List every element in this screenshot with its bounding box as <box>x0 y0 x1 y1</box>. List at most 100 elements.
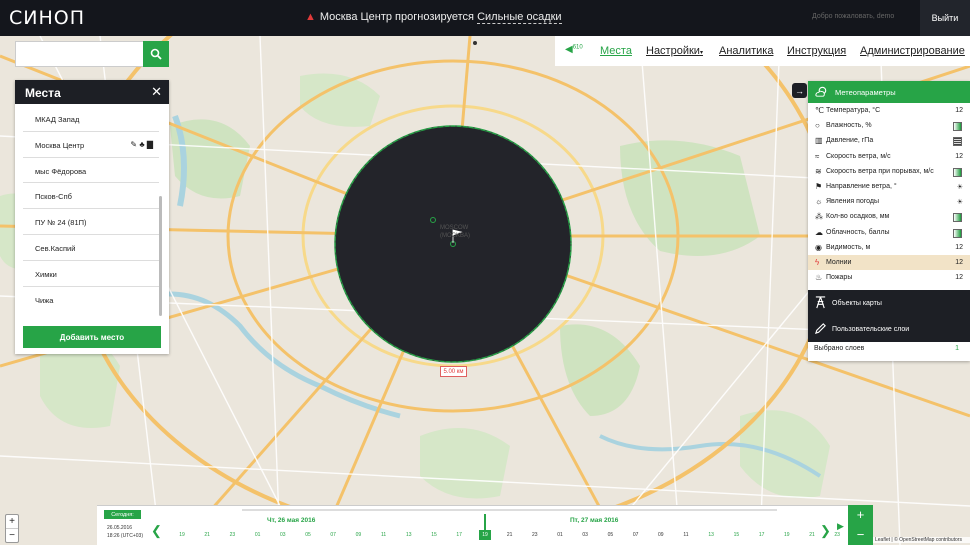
user-layers-button[interactable]: Пользовательские слои <box>808 316 970 342</box>
timeline-cursor[interactable] <box>484 514 486 531</box>
list-item[interactable]: Псков-Спб <box>23 183 159 210</box>
nav-places[interactable]: Места <box>600 45 632 57</box>
layer-label: Видимость, м <box>826 243 871 251</box>
hour-tick[interactable]: 07 <box>327 532 339 538</box>
places-panel: Места ✕ МКАД Запад Москва Центр ✎ ♣ ▇ мы… <box>15 80 169 354</box>
layer-row[interactable]: ≋ Скорость ветра при порывах, м/с <box>808 164 970 179</box>
hour-tick[interactable]: 23 <box>529 532 541 538</box>
nav-analytics[interactable]: Аналитика <box>719 45 773 57</box>
place-name: Сев.Каспий <box>35 243 76 253</box>
hour-tick[interactable]: 23 <box>831 532 843 538</box>
add-place-button[interactable]: Добавить место <box>23 326 161 348</box>
layer-value: 12 <box>955 107 963 114</box>
layer-label: Скорость ветра при порывах, м/с <box>826 167 934 175</box>
layer-row-selected[interactable]: ϟ Молнии 12 <box>808 254 970 271</box>
layer-row[interactable]: ☼ Явления погоды ☀ <box>808 194 970 209</box>
timeline-zoom-in[interactable]: + <box>848 505 873 525</box>
hour-tick[interactable]: 13 <box>403 532 415 538</box>
layer-row[interactable]: ⚑ Направление ветра, ° ☀ <box>808 179 970 194</box>
hour-tick[interactable]: 05 <box>604 532 616 538</box>
today-badge[interactable]: Сегодня: <box>104 510 141 519</box>
map-attribution[interactable]: Leaflet | © OpenStreetMap contributors <box>873 537 970 543</box>
gauge-icon: ▥ <box>815 136 823 146</box>
notifications-badge[interactable]: ◀610 <box>565 44 583 55</box>
list-item[interactable]: Химки <box>23 261 159 287</box>
layer-row[interactable]: ○ Влажность, % <box>808 118 970 133</box>
place-name: Псков-Спб <box>35 192 72 202</box>
hour-tick[interactable]: 09 <box>655 532 667 538</box>
selected-layers: Выбрано слоев 1 <box>808 345 970 352</box>
timeline-zoom-out[interactable]: − <box>848 525 873 545</box>
hour-tick[interactable]: 19 <box>781 532 793 538</box>
hour-tick[interactable]: 17 <box>756 532 768 538</box>
search-input[interactable] <box>16 42 144 66</box>
layer-label: Пожары <box>826 274 853 282</box>
hour-tick[interactable]: 13 <box>705 532 717 538</box>
gradient-swatch <box>953 228 962 238</box>
layer-row[interactable]: ℃ Температура, °С 12 <box>808 103 970 118</box>
hour-tick[interactable]: 11 <box>680 532 692 538</box>
tower-icon <box>815 296 826 309</box>
hour-tick[interactable]: 01 <box>252 532 264 538</box>
hour-tick[interactable]: 15 <box>730 532 742 538</box>
zoom-out-button[interactable]: − <box>6 529 18 543</box>
close-icon[interactable]: ✕ <box>151 84 162 100</box>
hour-tick[interactable]: 17 <box>453 532 465 538</box>
play-icon[interactable]: ▶ <box>837 521 844 532</box>
map-objects-label: Объекты карты <box>832 300 882 307</box>
alert-link[interactable]: Сильные осадки <box>477 11 562 24</box>
places-list: МКАД Запад Москва Центр ✎ ♣ ▇ мыс Фёдоро… <box>23 106 159 312</box>
hour-tick[interactable]: 01 <box>554 532 566 538</box>
collapse-arrow-icon[interactable]: → <box>792 83 807 98</box>
layer-row[interactable]: ⁂ Кол-во осадков, мм <box>808 209 970 224</box>
rain-icon: ⁂ <box>815 212 823 222</box>
hour-tick[interactable]: 07 <box>630 532 642 538</box>
gradient-swatch <box>953 213 962 223</box>
hour-tick[interactable]: 05 <box>302 532 314 538</box>
edit-icon[interactable]: ✎ <box>130 140 137 149</box>
nav-administration[interactable]: Администрирование <box>860 45 965 57</box>
hour-tick[interactable]: 09 <box>352 532 364 538</box>
place-name: ПУ № 24 (81П) <box>35 218 87 228</box>
hour-tick[interactable]: 23 <box>226 532 238 538</box>
hour-tick[interactable]: 11 <box>378 532 390 538</box>
hour-tick[interactable]: 03 <box>579 532 591 538</box>
hour-tick[interactable]: 03 <box>277 532 289 538</box>
layer-row[interactable]: ♨ Пожары 12 <box>808 270 970 285</box>
map-objects-button[interactable]: Объекты карты <box>808 290 970 316</box>
layer-row[interactable]: ≈ Скорость ветра, м/с 12 <box>808 149 970 164</box>
eye-icon: ◉ <box>815 242 822 252</box>
layer-row[interactable]: ▥ Давление, гПа <box>808 133 970 148</box>
list-item[interactable]: МКАД Запад <box>23 106 159 132</box>
layer-row[interactable]: ☁ Облачность, баллы <box>808 225 970 240</box>
timeline-track[interactable] <box>242 509 777 511</box>
hour-tick[interactable]: 19 <box>176 532 188 538</box>
list-item[interactable]: Сев.Каспий <box>23 235 159 261</box>
list-item[interactable]: ПУ № 24 (81П) <box>23 209 159 235</box>
nav-instructions[interactable]: Инструкция <box>787 45 846 57</box>
list-item[interactable]: мыс Фёдорова <box>23 158 159 184</box>
main-nav: ◀610 Места Настройки▾ Аналитика Инструкц… <box>555 36 970 66</box>
hour-tick[interactable]: 21 <box>504 532 516 538</box>
layers-header[interactable]: Метеопараметры <box>808 81 970 103</box>
hour-tick[interactable]: 15 <box>428 532 440 538</box>
chevron-right-icon[interactable]: ❯ <box>820 523 831 539</box>
place-name: МКАД Запад <box>35 115 80 124</box>
hour-tick[interactable]: 21 <box>201 532 213 538</box>
layer-label: Направление ветра, ° <box>826 182 897 190</box>
logout-button[interactable]: Выйти <box>920 0 970 36</box>
places-scrollbar[interactable] <box>159 196 162 316</box>
app-logo[interactable]: СИНОП <box>9 7 85 29</box>
chevron-left-icon[interactable]: ❮ <box>151 523 162 539</box>
search-button[interactable] <box>143 41 169 67</box>
nav-settings[interactable]: Настройки▾ <box>646 45 703 57</box>
list-item[interactable]: Чижа <box>23 287 159 313</box>
zoom-in-button[interactable]: + <box>6 515 18 529</box>
trash-icon[interactable]: ▇ <box>147 140 153 149</box>
gradient-swatch <box>953 167 962 177</box>
list-item[interactable]: Москва Центр ✎ ♣ ▇ <box>23 132 159 158</box>
layer-row[interactable]: ◉ Видимость, м 12 <box>808 240 970 255</box>
bell-icon[interactable]: ♣ <box>139 140 144 149</box>
hour-tick[interactable]: 21 <box>806 532 818 538</box>
current-hour[interactable]: 19 <box>479 530 491 540</box>
